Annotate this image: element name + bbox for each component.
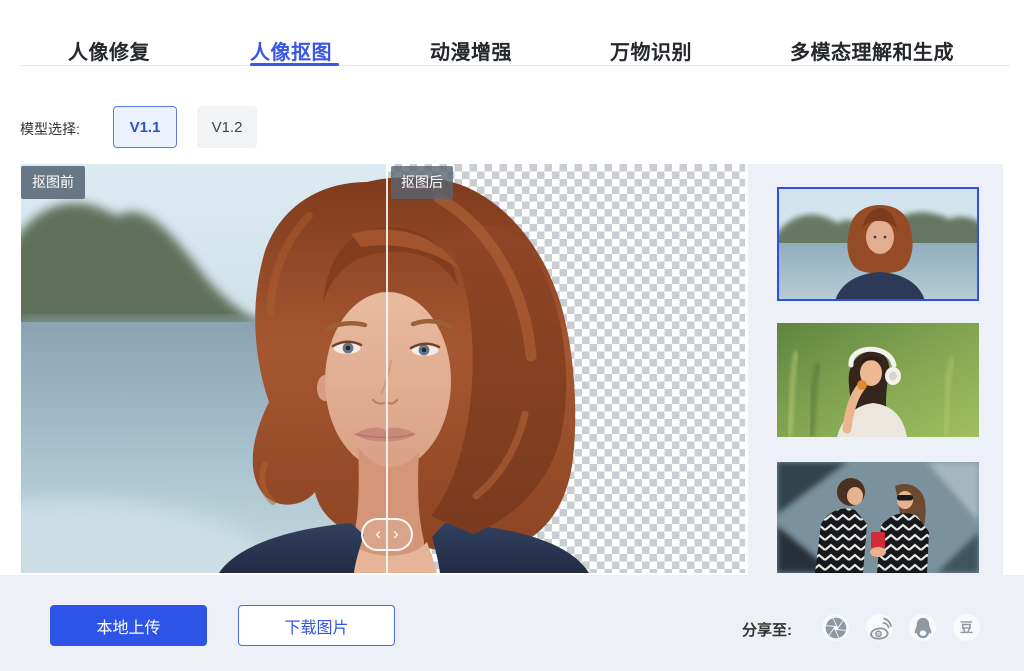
after-badge: 抠图后 xyxy=(391,166,453,199)
chevron-right-icon: › xyxy=(393,525,399,542)
model-select-label: 模型选择: xyxy=(20,119,80,139)
comparison-divider-line[interactable] xyxy=(386,164,388,573)
comparison-slider-handle[interactable]: ‹ › xyxy=(361,518,413,551)
tab-bar: 人像修复 人像抠图 动漫增强 万物识别 多模态理解和生成 xyxy=(0,0,1024,66)
share-weibo-button[interactable] xyxy=(866,614,893,641)
download-image-button[interactable]: 下载图片 xyxy=(238,605,395,646)
model-option-v11[interactable]: V1.1 xyxy=(113,106,177,148)
douban-icon: 豆 xyxy=(960,621,973,634)
chevron-left-icon: ‹ xyxy=(375,525,381,542)
share-moments-button[interactable] xyxy=(822,614,849,641)
comparison-viewer: 抠图前 抠图后 ‹ › xyxy=(21,164,745,573)
tab-anime-enhance[interactable]: 动漫增强 xyxy=(430,36,512,65)
thumbnail-woman-by-lake[interactable] xyxy=(777,187,979,301)
tab-portrait-matting[interactable]: 人像抠图 xyxy=(250,36,332,65)
thumbnail-girl-with-headphones[interactable] xyxy=(777,323,979,437)
local-upload-button[interactable]: 本地上传 xyxy=(50,605,207,646)
thumbnail-two-friends-red-cup[interactable] xyxy=(777,462,979,573)
moments-aperture-icon xyxy=(825,617,847,639)
tab-multimodal[interactable]: 多模态理解和生成 xyxy=(790,36,954,65)
portrait-subject xyxy=(21,164,745,573)
tab-portrait-restore[interactable]: 人像修复 xyxy=(68,36,150,65)
qq-icon xyxy=(912,617,934,639)
portrait-matting-app: 人像修复 人像抠图 动漫增强 万物识别 多模态理解和生成 模型选择: V1.1 … xyxy=(0,0,1024,671)
weibo-icon xyxy=(868,616,892,640)
active-tab-underline xyxy=(250,63,339,66)
model-option-v12[interactable]: V1.2 xyxy=(197,106,257,148)
before-badge: 抠图前 xyxy=(21,166,85,199)
share-to-label: 分享至: xyxy=(742,619,792,640)
tab-object-recognition[interactable]: 万物识别 xyxy=(610,36,692,65)
share-douban-button[interactable]: 豆 xyxy=(953,614,980,641)
share-qq-button[interactable] xyxy=(909,614,936,641)
tabbar-divider xyxy=(21,65,1010,66)
